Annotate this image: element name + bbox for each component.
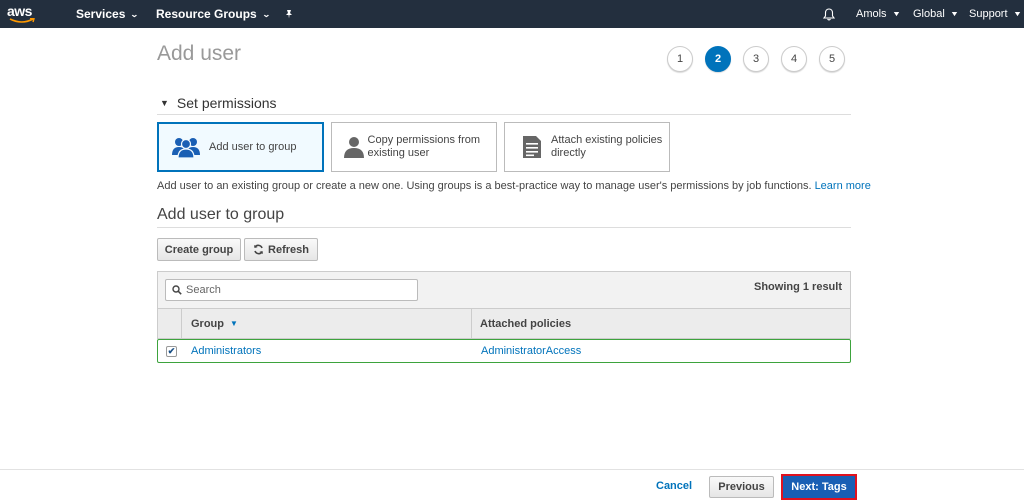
next-button[interactable]: Next: Tags [783, 476, 855, 498]
divider [157, 227, 851, 228]
users-group-icon [167, 135, 205, 159]
policies-column-header: Attached policies [480, 317, 572, 330]
footer-divider [0, 469, 1024, 470]
group-link[interactable]: Administrators [191, 345, 481, 357]
search-icon [172, 285, 182, 295]
policy-link[interactable]: AdministratorAccess [481, 345, 581, 357]
step-5[interactable]: 5 [819, 46, 845, 72]
learn-more-link[interactable]: Learn more [815, 180, 871, 192]
services-menu[interactable]: Services ⌄ [76, 0, 140, 28]
region-menu[interactable]: Global ▼ [913, 0, 959, 28]
set-permissions-heading[interactable]: ▼ Set permissions [160, 95, 277, 111]
step-4[interactable]: 4 [781, 46, 807, 72]
option-add-user-to-group[interactable]: Add user to group [157, 122, 324, 172]
step-1[interactable]: 1 [667, 46, 693, 72]
table-header: Group ▼ Attached policies [158, 308, 850, 338]
permissions-help-text: Add user to an existing group or create … [157, 180, 871, 192]
result-count: Showing 1 result [753, 281, 842, 293]
caret-down-icon: ▼ [891, 10, 901, 18]
search-input[interactable] [186, 284, 406, 296]
create-group-button[interactable]: Create group [157, 238, 241, 261]
account-menu[interactable]: Amols ▼ [856, 0, 901, 28]
chevron-down-icon: ⌄ [130, 9, 140, 19]
select-column [158, 309, 182, 338]
chevron-down-icon: ⌄ [261, 9, 271, 19]
support-menu[interactable]: Support ▼ [969, 0, 1022, 28]
page-title: Add user [157, 42, 242, 65]
section-title: Add user to group [157, 206, 285, 223]
search-box[interactable] [165, 279, 418, 301]
document-icon [513, 135, 551, 159]
pin-icon[interactable] [284, 0, 294, 28]
user-icon [340, 135, 368, 159]
option-attach-policies[interactable]: Attach existing policies directly [504, 122, 670, 172]
caret-down-icon: ▼ [949, 10, 959, 18]
row-checkbox[interactable]: ✔ [166, 345, 177, 357]
aws-smile-icon [9, 18, 35, 23]
bell-icon[interactable] [823, 0, 835, 28]
refresh-button[interactable]: Refresh [244, 238, 318, 261]
cancel-button[interactable]: Cancel [656, 480, 692, 492]
step-2[interactable]: 2 [705, 46, 731, 72]
caret-down-icon: ▼ [1012, 10, 1022, 18]
group-column-header[interactable]: Group ▼ [182, 309, 472, 338]
table-row[interactable]: ✔ Administrators AdministratorAccess [157, 339, 851, 363]
wizard-steps: 1 2 3 4 5 [667, 46, 857, 72]
divider [157, 114, 851, 115]
step-3[interactable]: 3 [743, 46, 769, 72]
collapse-caret-icon: ▼ [160, 98, 169, 108]
sort-desc-icon: ▼ [230, 319, 238, 328]
top-nav: aws Services ⌄ Resource Groups ⌄ Amols ▼ Gl… [0, 0, 1024, 28]
groups-table: Showing 1 result Group ▼ Attached polici… [157, 271, 851, 339]
refresh-icon [254, 244, 264, 255]
aws-logo[interactable]: aws [7, 3, 39, 25]
resource-groups-menu[interactable]: Resource Groups ⌄ [156, 0, 271, 28]
previous-button[interactable]: Previous [709, 476, 774, 498]
option-copy-permissions[interactable]: Copy permissions from existing user [331, 122, 497, 172]
